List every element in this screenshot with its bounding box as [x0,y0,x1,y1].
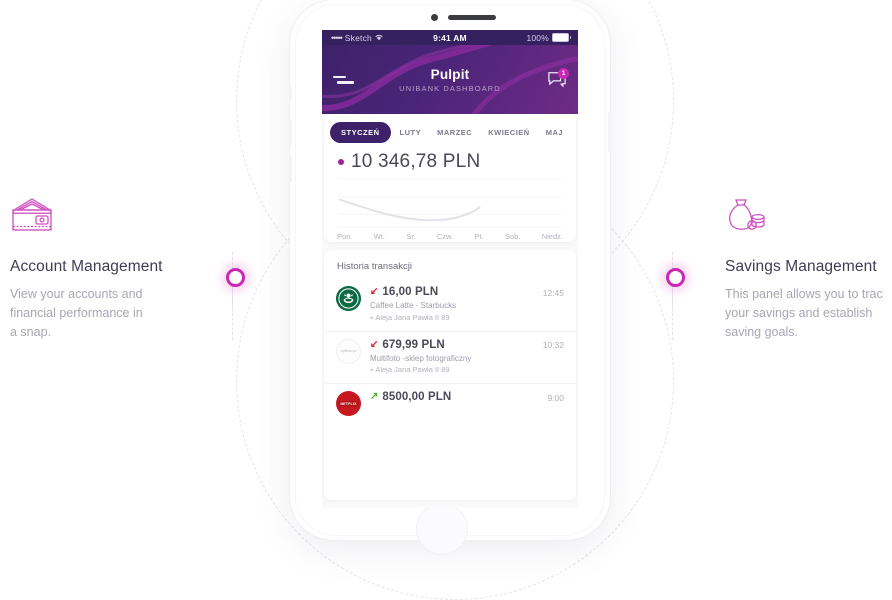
month-tab-0[interactable]: STYCZEŃ [330,122,391,143]
transaction-body: ↗ 8500,00 PLN 9:00 [370,391,564,406]
transactions-card: Historia transakcji ↙ 16,00 PLN 12:45 Ca… [324,250,576,500]
feature-title: Savings Management [725,258,877,275]
app-header: Pulpit UNIBANK DASHBOARD 1 [322,45,578,114]
feature-description: This panel allows you to trac your savin… [725,287,883,339]
feature-savings-management: Savings Management This panel allows you… [725,196,892,342]
connector-dot-right[interactable] [666,268,685,287]
phone-power-button[interactable] [608,112,611,152]
month-tab-3[interactable]: KWIECIEŃ [481,122,537,143]
phone-volume-down-button[interactable] [289,156,292,182]
transaction-description: Caffee Latte - Starbucks [370,301,457,310]
connector-line-left-lower [232,284,233,340]
balance-amount: 10 346,78 PLN [351,151,481,172]
front-camera-icon [431,14,438,21]
feature-title: Account Management [10,258,163,275]
multifoto-logo: optifoto.pl [336,338,361,364]
balance-sparkline-chart [324,175,576,232]
chart-day-labels: Pon. Wt. Śr. Czw. Pt. Sob. Niedz. [324,232,576,241]
status-bar: ••••• Sketch 9:41 AM 100% [322,30,578,45]
battery-percent: 100% [526,32,549,43]
header-titles: Pulpit UNIBANK DASHBOARD [322,67,578,93]
transaction-location-text: Aleja Jana Pawła II 89 [375,312,450,322]
day-label-5: Sob. [504,232,521,241]
battery-icon [552,33,571,42]
netflix-logo: NETFLIX [336,391,361,416]
starbucks-logo [336,286,361,311]
day-label-4: Pt. [474,232,484,241]
transaction-location-text: Aleja Jana Pawła II 89 [375,365,450,374]
feature-account-management: Account Management View your accounts an… [10,196,185,342]
transaction-location: ⌖ Aleja Jana Pawła II 89 [370,365,564,375]
hamburger-menu-icon[interactable] [333,75,354,84]
balance-bullet-icon [338,159,344,165]
chat-bubble-icon[interactable]: 1 [547,67,569,89]
feature-description: View your accounts and financial perform… [10,287,143,339]
phone-mockup: ••••• Sketch 9:41 AM 100% Pulpit UNIBANK… [289,0,611,555]
day-label-0: Pon. [337,232,353,241]
table-row[interactable]: optifoto.pl ↙ 679,99 PLN 10:32 Multifoto… [324,330,576,384]
month-tab-1[interactable]: LUTY [393,122,429,143]
month-tab-2[interactable]: MARZEC [430,122,479,143]
transaction-amount: 679,99 PLN [382,338,445,351]
transaction-amount: 16,00 PLN [382,286,439,298]
location-pin-icon: ⌖ [370,367,374,374]
multifoto-logo-text: optifoto.pl [340,349,357,353]
transaction-direction-icon: ↙ [370,338,379,350]
transaction-location: ⌖ Aleja Jana Pawła II 89 [370,313,564,323]
balance-row: 10 346,78 PLN [324,145,576,173]
table-row[interactable]: NETFLIX ↗ 8500,00 PLN 9:00 [324,383,576,424]
location-pin-icon: ⌖ [370,314,374,322]
transaction-body: ↙ 16,00 PLN 12:45 Caffee Latte - Starbuc… [370,286,564,323]
transaction-direction-icon: ↙ [370,286,379,297]
money-bag-icon [725,196,769,236]
day-label-1: Wt. [373,232,386,241]
balance-card: STYCZEŃ LUTY MARZEC KWIECIEŃ MAJ 10 346,… [324,114,576,242]
transaction-time: 12:45 [542,287,564,298]
transaction-direction-icon: ↗ [370,391,379,402]
home-button[interactable] [416,503,468,555]
phone-mute-switch[interactable] [289,86,292,100]
page-stage: Account Management View your accounts an… [0,0,892,600]
day-label-2: Śr. [406,232,416,241]
transactions-title: Historia transakcji [337,261,412,272]
month-tabs: STYCZEŃ LUTY MARZEC KWIECIEŃ MAJ [324,114,576,145]
wallet-icon [10,196,54,236]
day-label-3: Czw. [436,232,454,241]
phone-volume-up-button[interactable] [289,120,292,146]
day-label-6: Niedz. [541,232,563,241]
notification-badge: 1 [558,67,569,79]
transaction-time: 9:00 [547,392,564,403]
page-title: Pulpit [430,66,470,82]
transaction-amount: 8500,00 PLN [382,391,452,403]
table-row[interactable]: ↙ 16,00 PLN 12:45 Caffee Latte - Starbuc… [324,279,576,331]
phone-screen: ••••• Sketch 9:41 AM 100% Pulpit UNIBANK… [322,30,578,508]
month-tab-4[interactable]: MAJ [539,122,570,143]
connector-dot-left[interactable] [226,268,245,287]
transaction-body: ↙ 679,99 PLN 10:32 Multifoto -sklep foto… [370,339,564,376]
netflix-logo-text: NETFLIX [338,400,359,407]
transaction-description: Multifoto -sklep fotograficzny [370,353,472,363]
page-subtitle: UNIBANK DASHBOARD [399,83,501,93]
transaction-time: 10:32 [542,340,564,350]
connector-line-right-lower [672,284,673,340]
earpiece-speaker [448,15,496,20]
